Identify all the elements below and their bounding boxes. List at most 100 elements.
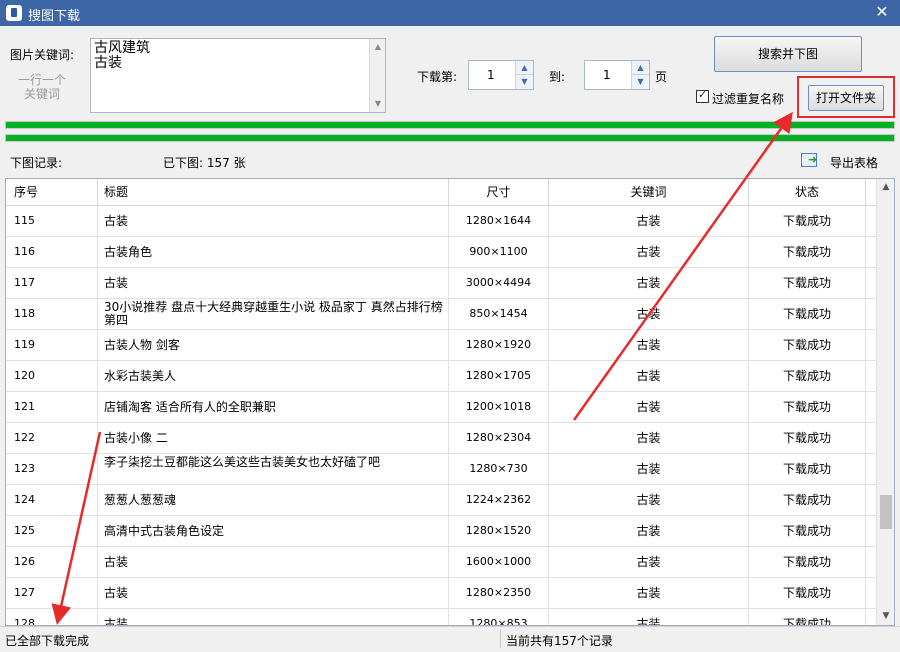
table-header: 序号 标题 尺寸 关键词 状态	[6, 179, 876, 206]
keyword-hint-line2: 关键词	[23, 87, 60, 101]
spin-up-icon[interactable]: ▲	[632, 61, 649, 75]
page-from-stepper[interactable]: 1 ▲ ▼	[468, 60, 534, 90]
cell-status: 下载成功	[749, 361, 866, 392]
cell-title: 李子柒挖土豆都能这么美这些古装美女也太好磕了吧	[98, 454, 449, 485]
cell-index: 116	[6, 237, 98, 268]
header-title[interactable]: 标题	[98, 179, 449, 206]
cell-title: 古装角色	[98, 237, 449, 268]
table-row[interactable]: 116 古装角色 900×1100 古装 下载成功	[6, 237, 876, 268]
page-to-value[interactable]: 1	[603, 68, 611, 82]
cell-status: 下载成功	[749, 578, 866, 609]
page-to-label: 到:	[549, 70, 566, 84]
filter-duplicate-checkbox[interactable]	[696, 88, 709, 103]
page-to-spin-buttons[interactable]: ▲ ▼	[631, 61, 649, 89]
cell-keyword: 古装	[549, 237, 749, 268]
keyword-text[interactable]: 古风建筑 古装	[94, 41, 150, 71]
header-size[interactable]: 尺寸	[449, 179, 549, 206]
app-download-icon	[6, 5, 22, 21]
cell-keyword: 古装	[549, 547, 749, 578]
table-row[interactable]: 124 葱葱人葱葱魂 1224×2362 古装 下载成功	[6, 485, 876, 516]
cell-index: 120	[6, 361, 98, 392]
cell-title: 古装人物 剑客	[98, 330, 449, 361]
keyword-textarea[interactable]: 古风建筑 古装 ▲ ▼	[90, 38, 386, 113]
cell-title: 店铺淘客 适合所有人的全职兼职	[98, 392, 449, 423]
table-row[interactable]: 119 古装人物 剑客 1280×1920 古装 下载成功	[6, 330, 876, 361]
scroll-up-icon[interactable]: ▲	[370, 39, 386, 55]
cell-index: 121	[6, 392, 98, 423]
cell-index: 115	[6, 206, 98, 237]
page-from-spin-buttons[interactable]: ▲ ▼	[515, 61, 533, 89]
table-row[interactable]: 121 店铺淘客 适合所有人的全职兼职 1200×1018 古装 下载成功	[6, 392, 876, 423]
search-download-button[interactable]: 搜索并下图	[714, 36, 862, 72]
page-from-value[interactable]: 1	[487, 68, 495, 82]
cell-title: 水彩古装美人	[98, 361, 449, 392]
table-row[interactable]: 118 30小说推荐 盘点十大经典穿越重生小说 极品家丁 真然占排行榜第四 850×…	[6, 299, 876, 330]
cell-status: 下载成功	[749, 516, 866, 547]
spin-down-icon[interactable]: ▼	[516, 75, 533, 89]
keyword-scrollbar[interactable]: ▲ ▼	[369, 39, 385, 112]
header-index[interactable]: 序号	[6, 179, 98, 206]
scroll-down-icon[interactable]: ▼	[877, 608, 894, 625]
cell-index: 128	[6, 609, 98, 625]
cell-size: 1280×730	[449, 454, 549, 485]
filter-duplicate-label[interactable]: 过滤重复名称	[712, 90, 784, 107]
cell-status: 下载成功	[749, 237, 866, 268]
cell-size: 1280×1705	[449, 361, 549, 392]
cell-keyword: 古装	[549, 268, 749, 299]
keyword-label: 图片关键词:	[10, 48, 75, 62]
page-to-stepper[interactable]: 1 ▲ ▼	[584, 60, 650, 90]
spin-up-icon[interactable]: ▲	[516, 61, 533, 75]
cell-size: 1280×853	[449, 609, 549, 625]
status-bar: 已全部下载完成 当前共有157个记录	[0, 626, 900, 652]
cell-size: 1224×2362	[449, 485, 549, 516]
cell-size: 1280×1920	[449, 330, 549, 361]
download-records-table[interactable]: 序号 标题 尺寸 关键词 状态 115 古装 1280×1644 古装 下载成功 116 古…	[5, 178, 895, 626]
download-record-label: 下图记录:	[10, 156, 63, 170]
cell-keyword: 古装	[549, 454, 749, 485]
table-row[interactable]: 115 古装 1280×1644 古装 下载成功	[6, 206, 876, 237]
table-row[interactable]: 126 古装 1600×1000 古装 下载成功	[6, 547, 876, 578]
cell-index: 117	[6, 268, 98, 299]
progress-fill-1	[6, 122, 894, 128]
cell-title: 古装	[98, 206, 449, 237]
cell-size: 1200×1018	[449, 392, 549, 423]
export-table-icon[interactable]	[801, 153, 817, 167]
cell-index: 123	[6, 454, 98, 485]
cell-size: 1280×2304	[449, 423, 549, 454]
cell-size: 1280×1520	[449, 516, 549, 547]
scroll-thumb[interactable]	[880, 495, 892, 529]
table-scrollbar[interactable]: ▲ ▼	[876, 179, 894, 625]
cell-index: 124	[6, 485, 98, 516]
cell-status: 下载成功	[749, 423, 866, 454]
table-row[interactable]: 123 李子柒挖土豆都能这么美这些古装美女也太好磕了吧 1280×730 古装 下载成功	[6, 454, 876, 485]
table-row[interactable]: 127 古装 1280×2350 古装 下载成功	[6, 578, 876, 609]
cell-title: 古装小像 二	[98, 423, 449, 454]
record-count: 当前共有157个记录	[506, 634, 613, 648]
scroll-up-icon[interactable]: ▲	[877, 179, 894, 196]
close-icon[interactable]: ✕	[872, 2, 892, 22]
header-keyword[interactable]: 关键词	[549, 179, 749, 206]
table-row[interactable]: 120 水彩古装美人 1280×1705 古装 下载成功	[6, 361, 876, 392]
table-row[interactable]: 128 古装 1280×853 古装 下载成功	[6, 609, 876, 625]
export-table-button[interactable]: 导出表格	[830, 154, 878, 171]
cell-keyword: 古装	[549, 330, 749, 361]
cell-keyword: 古装	[549, 516, 749, 547]
cell-index: 125	[6, 516, 98, 547]
scroll-down-icon[interactable]: ▼	[370, 96, 386, 112]
table-row[interactable]: 125 高清中式古装角色设定 1280×1520 古装 下载成功	[6, 516, 876, 547]
cell-size: 3000×4494	[449, 268, 549, 299]
cell-index: 118	[6, 299, 98, 330]
table-row[interactable]: 122 古装小像 二 1280×2304 古装 下载成功	[6, 423, 876, 454]
header-status[interactable]: 状态	[749, 179, 866, 206]
cell-keyword: 古装	[549, 609, 749, 625]
progress-fill-2	[6, 135, 894, 141]
spin-down-icon[interactable]: ▼	[632, 75, 649, 89]
table-row[interactable]: 117 古装 3000×4494 古装 下载成功	[6, 268, 876, 299]
cell-title: 高清中式古装角色设定	[98, 516, 449, 547]
cell-status: 下载成功	[749, 299, 866, 330]
cell-status: 下载成功	[749, 547, 866, 578]
downloaded-count: 已下图: 157 张	[163, 156, 246, 170]
cell-title: 古装	[98, 268, 449, 299]
status-message: 已全部下载完成	[5, 634, 90, 648]
status-divider	[500, 630, 501, 648]
